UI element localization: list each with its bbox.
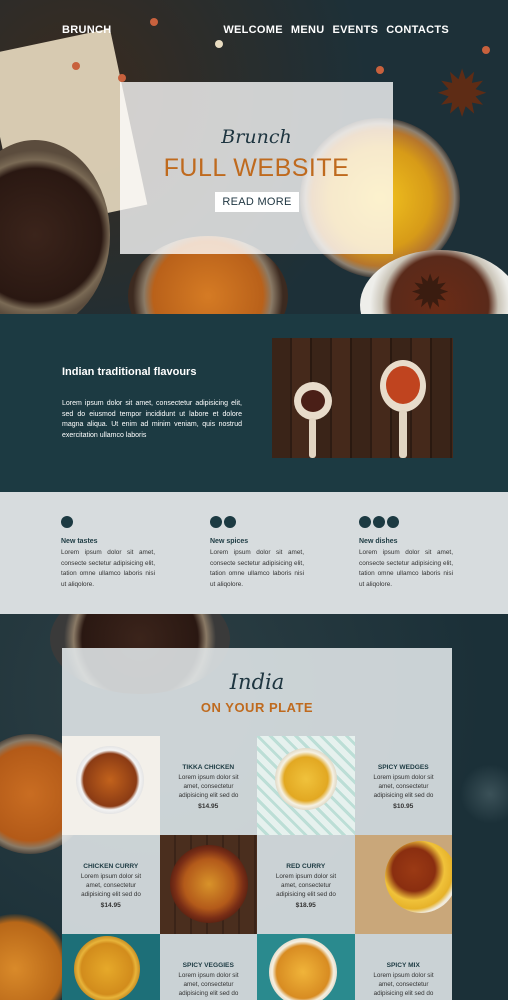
menu-item-name: TIKKA CHICKEN: [182, 764, 235, 771]
image-background: [159, 835, 257, 934]
skewers-plate-image: [169, 845, 248, 923]
nav-item-welcome[interactable]: WELCOME: [223, 24, 283, 36]
hero-title: FULL WEBSITE: [163, 154, 350, 182]
clove-pile-decoration: [301, 390, 325, 412]
nav-item-menu[interactable]: MENU: [291, 24, 325, 36]
nav-item-contacts[interactable]: CONTACTS: [386, 24, 449, 36]
read-more-button[interactable]: READ MORE: [215, 192, 299, 212]
about-text: Lorem ipsum dolor sit amet, consectetur …: [62, 400, 242, 439]
about-section: Indian traditional flavours Lorem ipsum …: [0, 314, 508, 492]
feature-text: Lorem ipsum dolor sit amet, consecte sec…: [359, 549, 453, 588]
image-background: [62, 934, 160, 1000]
menu-item-chicken-curry[interactable]: CHICKEN CURRY Lorem ipsum dolor sit amet…: [62, 835, 160, 934]
hero-script-title: Brunch: [221, 126, 292, 148]
image-background: [354, 835, 452, 934]
menu-script-title: India: [229, 670, 285, 694]
feature-title: New dishes: [359, 538, 398, 545]
dish-image-spicy-mix[interactable]: [257, 934, 355, 1000]
curry-rice-plate-image: [384, 841, 452, 913]
feature-dots: [359, 516, 399, 528]
image-background: [62, 736, 160, 835]
dot-icon: [373, 516, 385, 528]
spoon-handle-decoration: [399, 410, 407, 458]
dish-image-noodles[interactable]: [62, 736, 160, 835]
dot-icon: [61, 516, 73, 528]
background-decoration: [460, 764, 508, 824]
dish-image-veggies-bowl[interactable]: [62, 934, 160, 1000]
star-anise-icon: ✹: [435, 58, 489, 130]
feature-text: Lorem ipsum dolor sit amet, consecte sec…: [210, 549, 304, 588]
menu-item-tikka-chicken[interactable]: TIKKA CHICKEN Lorem ipsum dolor sit amet…: [160, 736, 258, 835]
menu-item-desc: Lorem ipsum dolor sit amet, consectetur …: [178, 972, 239, 997]
menu-item-name: SPICY VEGGIES: [182, 962, 234, 969]
feature-text: Lorem ipsum dolor sit amet, consecte sec…: [61, 549, 155, 588]
menu-item-price: $14.95: [100, 902, 121, 909]
menu-item-name: SPICY WEDGES: [377, 764, 429, 771]
menu-item-price: $10.95: [393, 803, 414, 810]
menu-item-desc: Lorem ipsum dolor sit amet, consectetur …: [373, 774, 434, 799]
top-navigation: BRUNCH WELCOME MENU EVENTS CONTACTS: [0, 24, 508, 40]
menu-item-spicy-veggies[interactable]: SPICY VEGGIES Lorem ipsum dolor sit amet…: [160, 934, 258, 1000]
dot-icon: [224, 516, 236, 528]
spice-bowl-image: [0, 914, 70, 1000]
veggies-bowl-image: [74, 936, 140, 1000]
spice-spoons-image: [272, 338, 453, 458]
image-background: [257, 934, 355, 1000]
about-heading: Indian traditional flavours: [62, 366, 197, 378]
feature-title: New spices: [210, 538, 249, 545]
dot-icon: [387, 516, 399, 528]
menu-item-desc: Lorem ipsum dolor sit amet, consectetur …: [178, 774, 239, 799]
menu-item-price: $14.95: [198, 803, 219, 810]
nav-item-events[interactable]: EVENTS: [332, 24, 378, 36]
menu-item-desc: Lorem ipsum dolor sit amet, consectetur …: [80, 873, 142, 898]
peppercorn-decoration: [482, 46, 490, 54]
nav-menu: WELCOME MENU EVENTS CONTACTS: [223, 24, 449, 36]
dish-image-skewers[interactable]: [159, 835, 257, 934]
spoon-handle-decoration: [309, 418, 316, 458]
noodle-bowl-image: [76, 746, 144, 814]
menu-item-name: CHICKEN CURRY: [83, 863, 139, 870]
peppercorn-decoration: [118, 74, 126, 82]
dish-image-curry-rice[interactable]: [354, 835, 452, 934]
feature-dots: [210, 516, 236, 528]
menu-item-price: $18.95: [295, 902, 316, 909]
image-background: [257, 736, 355, 835]
menu-item-red-curry[interactable]: RED CURRY Lorem ipsum dolor sit amet, co…: [257, 835, 355, 934]
menu-item-name: SPICY MIX: [386, 962, 420, 969]
dot-icon: [210, 516, 222, 528]
peppercorn-decoration: [376, 66, 384, 74]
dish-image-wedges[interactable]: [257, 736, 355, 835]
spicy-mix-plate-image: [269, 938, 337, 1000]
menu-card: India ON YOUR PLATE TIKKA CHICKEN Lorem …: [62, 648, 452, 1000]
menu-item-name: RED CURRY: [286, 863, 326, 870]
menu-item-desc: Lorem ipsum dolor sit amet, consectetur …: [373, 972, 434, 997]
star-anise-icon: ✹: [410, 267, 451, 315]
peppercorn-decoration: [72, 62, 80, 70]
menu-item-desc: Lorem ipsum dolor sit amet, consectetur …: [275, 873, 337, 898]
menu-title: ON YOUR PLATE: [200, 700, 314, 715]
feature-dots: [61, 516, 73, 528]
feature-title: New tastes: [61, 538, 98, 545]
wedges-bowl-image: [275, 748, 337, 810]
menu-item-spicy-wedges[interactable]: SPICY WEDGES Lorem ipsum dolor sit amet,…: [355, 736, 453, 835]
dot-icon: [359, 516, 371, 528]
hero-section: ✹ ✹ BRUNCH WELCOME MENU EVENTS CONTACTS …: [0, 0, 508, 314]
features-section: New tastes Lorem ipsum dolor sit amet, c…: [0, 492, 508, 614]
menu-section: India ON YOUR PLATE TIKKA CHICKEN Lorem …: [0, 614, 508, 1000]
peppercorn-decoration: [215, 40, 223, 48]
hero-card: Brunch FULL WEBSITE READ MORE: [120, 82, 393, 254]
chili-powder-decoration: [386, 366, 420, 404]
brand-logo[interactable]: BRUNCH: [62, 24, 111, 36]
menu-item-spicy-mix[interactable]: SPICY MIX Lorem ipsum dolor sit amet, co…: [355, 934, 453, 1000]
